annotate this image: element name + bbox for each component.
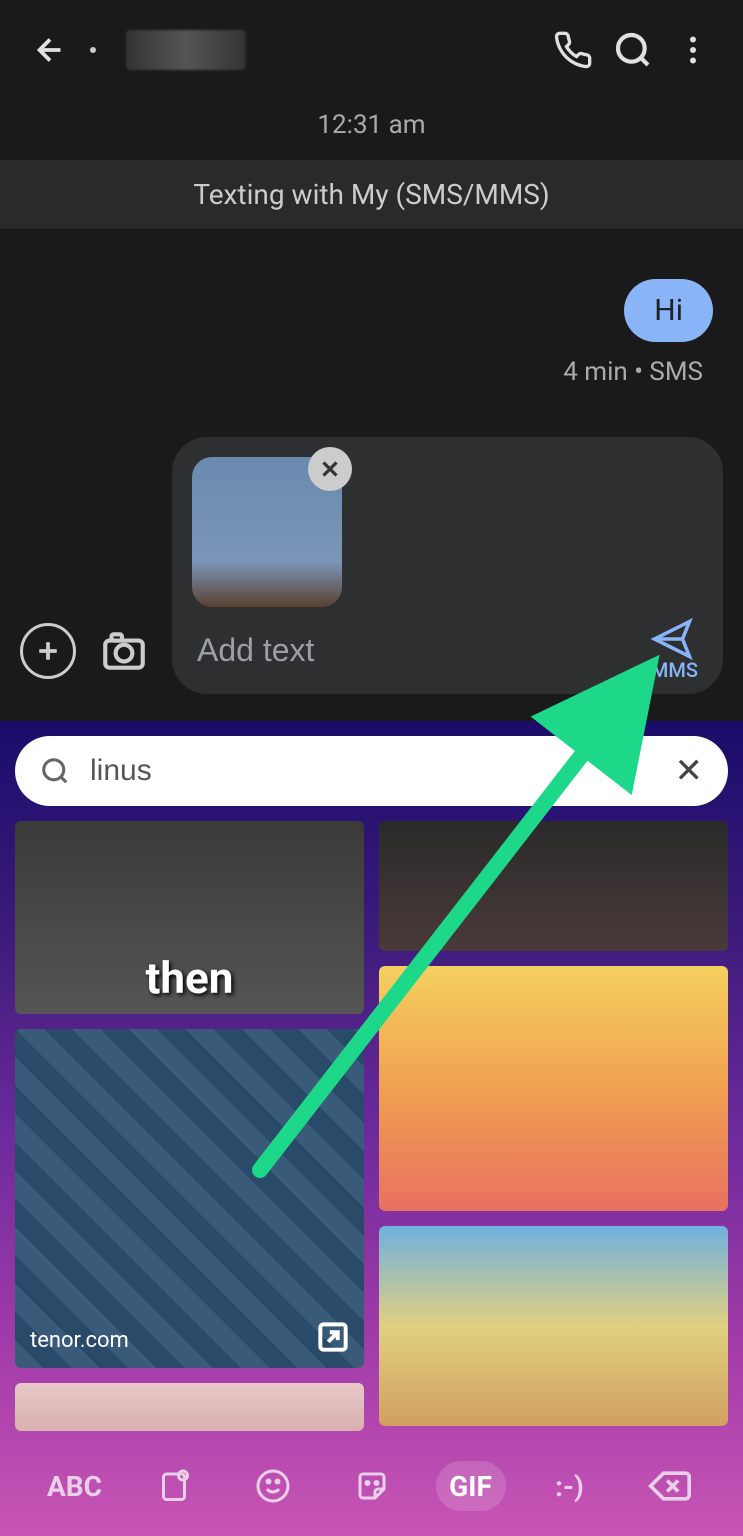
message-list: Hi 4 min • SMS (0, 229, 743, 427)
more-options-button[interactable] (673, 30, 713, 70)
camera-button[interactable] (96, 623, 152, 679)
conversation-timestamp: 12:31 am (0, 90, 743, 160)
textface-button[interactable]: :-) (535, 1461, 605, 1511)
compose-box: MMS (172, 437, 723, 694)
search-button[interactable] (613, 30, 653, 70)
send-label: MMS (651, 658, 698, 682)
open-external-icon[interactable] (314, 1318, 352, 1356)
compose-row: MMS (0, 427, 743, 709)
call-button[interactable] (553, 30, 593, 70)
gif-search-input[interactable] (90, 754, 655, 788)
sticker-button[interactable] (337, 1461, 407, 1511)
app-header (0, 0, 743, 90)
gif-result[interactable] (379, 1226, 728, 1426)
message-input[interactable] (192, 622, 601, 679)
gif-result[interactable]: then (15, 821, 364, 1014)
gif-result[interactable] (379, 821, 728, 951)
back-button[interactable] (30, 30, 70, 70)
send-button[interactable]: MMS (651, 618, 698, 682)
add-attachment-button[interactable] (20, 623, 76, 679)
gif-result[interactable] (379, 966, 728, 1211)
outgoing-message[interactable]: Hi (624, 279, 713, 342)
search-icon (40, 756, 70, 786)
keyboard-mode-bar: ABC GIF :-) (0, 1436, 743, 1536)
gif-search-bar: ✕ (15, 736, 728, 806)
gif-mode-button[interactable]: GIF (436, 1461, 506, 1511)
clipboard-button[interactable] (139, 1461, 209, 1511)
gif-picker-panel: ✕ then tenor.com ABC (0, 721, 743, 1536)
backspace-button[interactable] (634, 1461, 704, 1511)
gif-result[interactable] (15, 1383, 364, 1431)
abc-keyboard-button[interactable]: ABC (40, 1461, 110, 1511)
clear-search-button[interactable]: ✕ (675, 751, 704, 791)
message-meta: 4 min • SMS (30, 342, 713, 407)
attachment-preview[interactable] (192, 457, 342, 607)
gif-result[interactable]: tenor.com (15, 1029, 364, 1367)
gif-results-grid: then tenor.com (15, 821, 728, 1431)
emoji-button[interactable] (238, 1461, 308, 1511)
remove-attachment-button[interactable] (308, 447, 352, 491)
gif-attribution: tenor.com (30, 1328, 129, 1353)
contact-name[interactable] (90, 30, 533, 70)
sms-banner: Texting with My (SMS/MMS) (0, 160, 743, 229)
